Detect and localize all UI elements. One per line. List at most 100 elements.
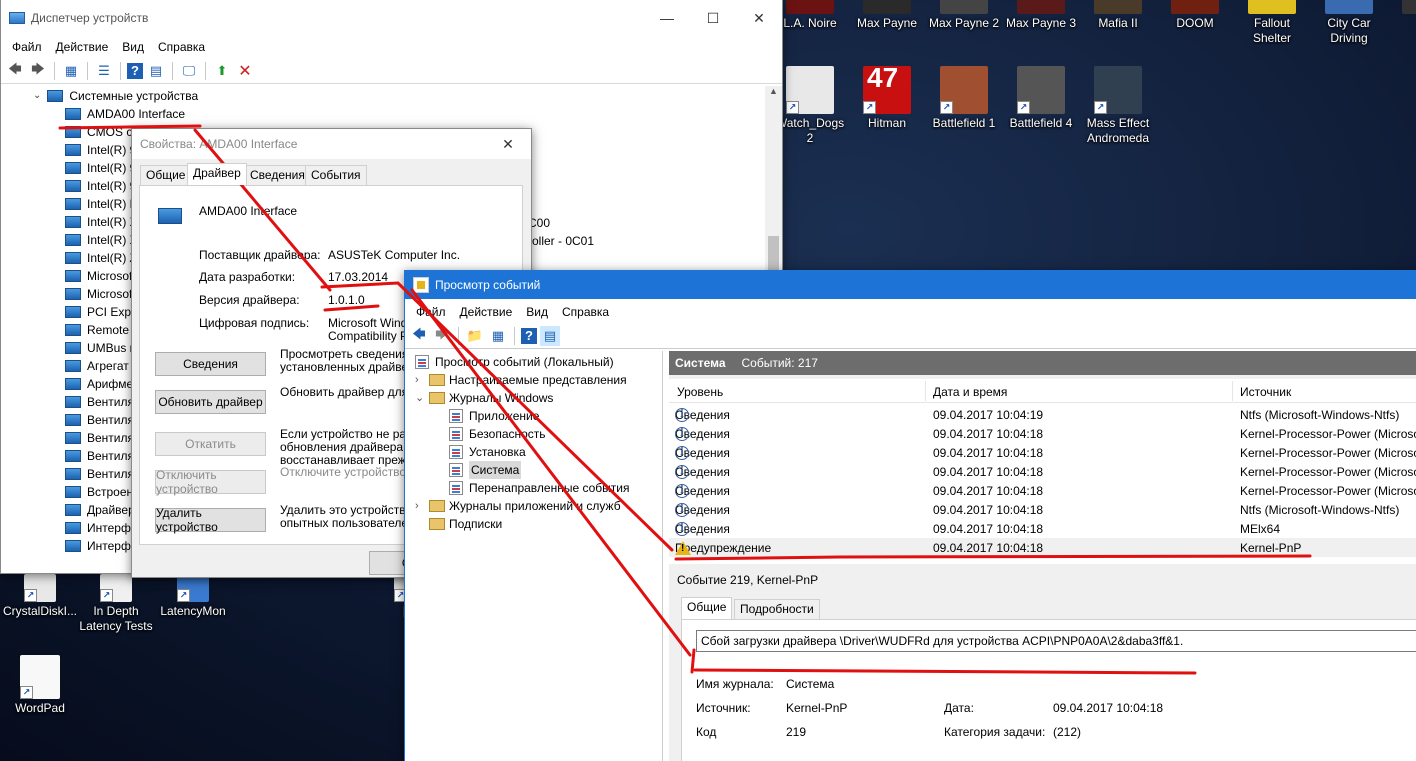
event-tree-item[interactable]: Установка: [449, 443, 526, 461]
device-item[interactable]: Интерф: [65, 537, 131, 555]
chevron-icon[interactable]: ›: [415, 497, 419, 515]
desktop-icon[interactable]: Max Payne: [849, 0, 925, 31]
desktop-icon[interactable]: Fl: [1388, 0, 1416, 31]
properties-tab[interactable]: Драйвер: [187, 163, 247, 185]
driver-action-button[interactable]: Откатить: [155, 432, 266, 456]
properties-tab[interactable]: События: [305, 165, 367, 185]
maximize-icon[interactable]: ☐: [690, 0, 736, 36]
event-tree-item[interactable]: Приложение: [449, 407, 539, 425]
properties-tab[interactable]: Сведения: [244, 165, 311, 185]
menu-item[interactable]: Справка: [151, 40, 212, 54]
column-source[interactable]: Источник: [1240, 385, 1291, 399]
table-row[interactable]: i Сведения 09.04.2017 10:04:18 Kernel-Proce…: [669, 443, 1416, 462]
device-item[interactable]: Microsof: [65, 267, 132, 285]
desktop-icon[interactable]: ↗ Watch_Dogs 2: [772, 66, 848, 146]
device-item[interactable]: Вентиля: [65, 429, 134, 447]
device-item[interactable]: Intel(R) 9: [65, 177, 136, 195]
chevron-icon[interactable]: ⌄: [415, 389, 424, 407]
detail-tab[interactable]: Общие: [681, 597, 733, 619]
device-item[interactable]: Арифме: [65, 375, 133, 393]
table-row[interactable]: i Сведения 09.04.2017 10:04:18 MElx64: [669, 519, 1416, 538]
desktop-icon[interactable]: 47 ↗ Hitman: [849, 64, 925, 131]
device-item[interactable]: Интерф: [65, 519, 131, 537]
menu-item[interactable]: Справка: [555, 305, 616, 319]
back-arrow-icon[interactable]: 🡄: [5, 61, 25, 81]
event-tree-item[interactable]: Подписки: [429, 515, 502, 533]
event-tree-item[interactable]: › Журналы приложений и служб: [415, 497, 621, 515]
event-tree-item[interactable]: Система: [449, 461, 522, 479]
table-row[interactable]: i Сведения 09.04.2017 10:04:18 Ntfs (Micros…: [669, 500, 1416, 519]
table-row[interactable]: i Сведения 09.04.2017 10:04:19 Ntfs (Micros…: [669, 405, 1416, 424]
device-item[interactable]: Вентиля: [65, 447, 134, 465]
device-item[interactable]: Вентиля: [65, 393, 134, 411]
menu-item[interactable]: Действие: [49, 40, 116, 54]
menu-item[interactable]: Вид: [115, 40, 151, 54]
device-item[interactable]: Встроен: [65, 483, 133, 501]
up-folder-icon[interactable]: 📁: [465, 326, 485, 346]
event-tree-item[interactable]: Перенаправленные события: [449, 479, 629, 497]
device-item[interactable]: Агрегат: [65, 357, 129, 375]
device-item[interactable]: Intel(R) M: [65, 195, 140, 213]
table-row[interactable]: i Сведения 09.04.2017 10:04:18 Kernel-Proce…: [669, 462, 1416, 481]
help-icon[interactable]: ?: [127, 62, 143, 79]
menu-item[interactable]: Файл: [5, 40, 49, 54]
monitor-icon[interactable]: 🖵: [179, 61, 199, 81]
device-item[interactable]: Вентиля: [65, 411, 134, 429]
update-driver-icon[interactable]: ⬆: [212, 61, 232, 81]
list-icon[interactable]: ☰: [94, 61, 114, 81]
device-item[interactable]: Microsof: [65, 285, 132, 303]
device-manager-titlebar[interactable]: Диспетчер устройств — ☐ ✕: [1, 0, 782, 36]
panel-icon[interactable]: ▦: [488, 326, 508, 346]
scroll-up-icon[interactable]: ▲: [765, 86, 782, 103]
driver-action-button[interactable]: Удалить устройство: [155, 506, 266, 534]
uninstall-icon[interactable]: ✕: [235, 61, 255, 81]
panel-icon[interactable]: ▤: [540, 325, 560, 346]
help-icon[interactable]: ?: [521, 327, 537, 344]
desktop-icon[interactable]: Max Payne 2: [926, 0, 1002, 31]
table-row[interactable]: i Сведения 09.04.2017 10:04:18 Kernel-Proce…: [669, 481, 1416, 500]
tree-category[interactable]: ⌄ Системные устройства: [33, 87, 198, 105]
event-viewer-titlebar[interactable]: Просмотр событий: [405, 271, 1416, 299]
device-item[interactable]: Вентиля: [65, 465, 134, 483]
chevron-icon[interactable]: ›: [415, 371, 419, 389]
table-row[interactable]: Предупреждение 09.04.2017 10:04:18 Kernel-…: [669, 538, 1416, 557]
menu-item[interactable]: Вид: [519, 305, 555, 319]
driver-action-button[interactable]: Сведения: [155, 352, 266, 376]
device-item[interactable]: Intel(R) X: [65, 231, 138, 249]
driver-action-button[interactable]: Отключить устройство: [155, 468, 266, 496]
panel-icon[interactable]: ▤: [146, 61, 166, 81]
table-row[interactable]: i Сведения 09.04.2017 10:04:18 Kernel-Proce…: [669, 424, 1416, 443]
device-item[interactable]: Intel(R) Z: [65, 249, 137, 267]
desktop-icon[interactable]: L.A. Noire: [772, 0, 848, 31]
desktop-icon[interactable]: Mafia II: [1080, 0, 1156, 31]
driver-action-button[interactable]: Обновить драйвер: [155, 390, 266, 414]
back-arrow-icon[interactable]: 🡄: [409, 326, 429, 346]
device-item[interactable]: Intel(R) X: [65, 213, 138, 231]
chevron-down-icon[interactable]: ⌄: [33, 87, 41, 105]
desktop-icon[interactable]: ↗ WordPad: [2, 655, 78, 716]
desktop-icon[interactable]: ↗ Battlefield 4: [1003, 66, 1079, 131]
desktop-icon[interactable]: ↗ In Depth Latency Tests: [78, 574, 154, 634]
minimize-icon[interactable]: —: [644, 0, 690, 36]
event-tree-item[interactable]: Просмотр событий (Локальный): [415, 353, 614, 371]
event-message[interactable]: Сбой загрузки драйвера \Driver\WUDFRd дл…: [696, 630, 1416, 652]
forward-arrow-icon[interactable]: 🡆: [28, 61, 48, 81]
event-tree-item[interactable]: › Настраиваемые представления: [415, 371, 627, 389]
column-level[interactable]: Уровень: [677, 385, 723, 399]
desktop-icon[interactable]: Fallout Shelter: [1234, 0, 1310, 46]
desktop-icon[interactable]: ↗ Mass Effect Andromeda: [1080, 66, 1156, 146]
device-item[interactable]: Intel(R) 9: [65, 141, 136, 159]
column-date[interactable]: Дата и время: [933, 385, 1007, 399]
device-item[interactable]: CMOS си: [65, 123, 139, 141]
desktop-icon[interactable]: City Car Driving: [1311, 0, 1387, 46]
desktop-icon[interactable]: ↗ CrystalDiskI...: [2, 574, 78, 619]
desktop-icon[interactable]: Max Payne 3: [1003, 0, 1079, 31]
menu-item[interactable]: Файл: [409, 305, 453, 319]
detail-tab[interactable]: Подробности: [734, 599, 820, 619]
desktop-icon[interactable]: DOOM: [1157, 0, 1233, 31]
device-item[interactable]: AMDA00 Interface: [65, 105, 185, 123]
properties-icon[interactable]: ▦: [61, 61, 81, 81]
desktop-icon[interactable]: ↗ LatencyMon: [155, 574, 231, 619]
desktop-icon[interactable]: ↗ Battlefield 1: [926, 66, 1002, 131]
properties-titlebar[interactable]: Свойства: AMDA00 Interface ✕: [132, 129, 531, 159]
